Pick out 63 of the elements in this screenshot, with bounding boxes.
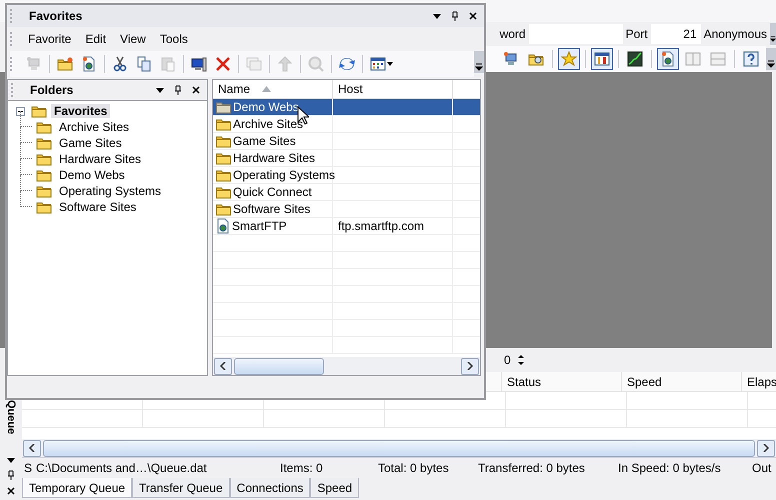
tools-icon[interactable]: [591, 48, 613, 70]
column-header[interactable]: Status: [502, 372, 622, 392]
list-row[interactable]: Demo Webs: [213, 99, 480, 116]
globe-page-icon: [215, 218, 231, 234]
anonymous-label: Anonymous: [704, 27, 767, 41]
list-row[interactable]: Software Sites: [213, 201, 480, 218]
scroll-right-icon[interactable]: [466, 362, 474, 370]
number-spinner[interactable]: 0: [504, 353, 525, 367]
queue-tab[interactable]: Connections: [230, 478, 310, 498]
tree-item[interactable]: Hardware Sites: [56, 152, 144, 166]
horizontal-scrollbar[interactable]: [22, 439, 776, 457]
status-text: In Speed: 0 bytes/s: [618, 461, 721, 475]
queue-tab[interactable]: Temporary Queue: [22, 478, 132, 498]
queue-tab[interactable]: Speed: [310, 478, 360, 498]
port-field[interactable]: 21: [650, 24, 701, 44]
menu-item[interactable]: Favorite: [21, 29, 78, 49]
list-row[interactable]: Game Sites: [213, 133, 480, 150]
toolbar-overflow-icon[interactable]: [770, 23, 776, 45]
tree-item[interactable]: Demo Webs: [56, 168, 128, 182]
close-icon[interactable]: [191, 85, 201, 95]
column-header[interactable]: Name: [213, 80, 333, 98]
dropdown-icon[interactable]: [155, 86, 165, 94]
status-text: Items: 0: [280, 461, 323, 475]
status-text: Transferred: 0 bytes: [478, 461, 585, 475]
queue-tab[interactable]: Transfer Queue: [132, 478, 230, 498]
scroll-left-icon[interactable]: [219, 362, 227, 370]
port-label: Port: [626, 27, 648, 41]
status-text: Out: [752, 461, 772, 475]
password-label: word: [500, 27, 526, 41]
menu-item[interactable]: View: [113, 29, 153, 49]
dropdown-icon[interactable]: [432, 12, 442, 20]
close-icon[interactable]: [6, 486, 16, 496]
list-row[interactable]: Quick Connect: [213, 184, 480, 201]
pin-icon[interactable]: [450, 11, 460, 21]
pane-title: Folders: [30, 83, 74, 97]
collapse-icon[interactable]: [16, 106, 25, 116]
tree-item[interactable]: Operating Systems: [56, 184, 164, 198]
tree-item[interactable]: Software Sites: [56, 200, 140, 214]
globe-page-icon[interactable]: [657, 48, 679, 70]
status-text: S: [24, 461, 32, 475]
horizontal-scrollbar[interactable]: [213, 357, 480, 375]
queue-panel-label: Queue: [5, 400, 17, 434]
window-title: Favorites: [29, 9, 84, 23]
tree-item[interactable]: Game Sites: [56, 136, 125, 150]
tree-item[interactable]: Archive Sites: [56, 120, 132, 134]
menu-item[interactable]: Edit: [78, 29, 114, 49]
toolbar-overflow-icon[interactable]: [766, 48, 776, 70]
menu-item[interactable]: Tools: [152, 29, 195, 49]
list-row[interactable]: Hardware Sites: [213, 150, 480, 167]
tree-item[interactable]: Favorites: [51, 104, 110, 118]
status-text: Total: 0 bytes: [378, 461, 449, 475]
dropdown-icon[interactable]: [6, 456, 16, 464]
pin-icon[interactable]: [6, 470, 16, 480]
column-header[interactable]: Speed: [622, 372, 742, 392]
list-row[interactable]: SmartFTP ftp.smartftp.com: [213, 218, 480, 235]
toolbar-overflow-icon[interactable]: [474, 51, 484, 73]
close-icon[interactable]: [468, 11, 478, 21]
scroll-left-icon[interactable]: [28, 444, 36, 452]
pin-icon[interactable]: [173, 85, 183, 95]
list-row[interactable]: Operating Systems: [213, 167, 480, 184]
status-text: C:\Documents and…\Queue.dat: [36, 461, 207, 475]
scroll-right-icon[interactable]: [762, 444, 770, 452]
column-header[interactable]: Host: [333, 80, 453, 98]
